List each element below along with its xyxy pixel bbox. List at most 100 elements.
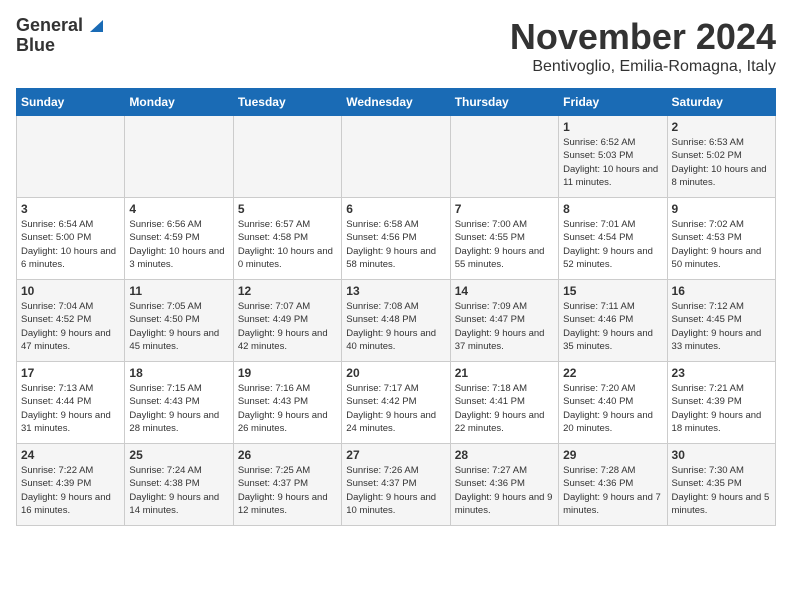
- day-number: 26: [238, 448, 337, 462]
- location-title: Bentivoglio, Emilia-Romagna, Italy: [510, 58, 776, 76]
- calendar-week-row: 10Sunrise: 7:04 AM Sunset: 4:52 PM Dayli…: [17, 280, 776, 362]
- calendar-day-cell: 28 Sunrise: 7:27 AM Sunset: 4:36 PM Dayli…: [450, 444, 558, 526]
- calendar-day-cell: 20 Sunrise: 7:17 AM Sunset: 4:42 PM Dayli…: [342, 362, 450, 444]
- day-info: Sunrise: 6:54 AM Sunset: 5:00 PM Dayligh…: [21, 218, 120, 271]
- day-number: 4: [129, 202, 228, 216]
- day-info: Sunrise: 7:24 AM Sunset: 4:38 PM Dayligh…: [129, 464, 228, 517]
- calendar-week-row: 1 Sunrise: 6:52 AM Sunset: 5:03 PM Daylig…: [17, 116, 776, 198]
- calendar-day-cell: [342, 116, 450, 198]
- day-of-week-header: Friday: [559, 89, 667, 116]
- day-info: Sunrise: 7:18 AM Sunset: 4:41 PM Dayligh…: [455, 382, 554, 435]
- day-of-week-header: Saturday: [667, 89, 775, 116]
- day-info: Sunrise: 7:09 AM Sunset: 4:47 PM Dayligh…: [455, 300, 554, 353]
- calendar-day-cell: 1 Sunrise: 6:52 AM Sunset: 5:03 PM Daylig…: [559, 116, 667, 198]
- day-info: Sunrise: 6:58 AM Sunset: 4:56 PM Dayligh…: [346, 218, 445, 271]
- day-info: Sunrise: 7:08 AM Sunset: 4:48 PM Dayligh…: [346, 300, 445, 353]
- day-info: Sunrise: 7:13 AM Sunset: 4:44 PM Dayligh…: [21, 382, 120, 435]
- day-number: 12: [238, 284, 337, 298]
- calendar-header-row: SundayMondayTuesdayWednesdayThursdayFrid…: [17, 89, 776, 116]
- day-info: Sunrise: 7:15 AM Sunset: 4:43 PM Dayligh…: [129, 382, 228, 435]
- day-number: 20: [346, 366, 445, 380]
- day-number: 29: [563, 448, 662, 462]
- day-of-week-header: Sunday: [17, 89, 125, 116]
- day-info: Sunrise: 7:16 AM Sunset: 4:43 PM Dayligh…: [238, 382, 337, 435]
- day-info: Sunrise: 6:52 AM Sunset: 5:03 PM Dayligh…: [563, 136, 662, 189]
- day-number: 19: [238, 366, 337, 380]
- calendar-day-cell: 5 Sunrise: 6:57 AM Sunset: 4:58 PM Daylig…: [233, 198, 341, 280]
- day-number: 1: [563, 120, 662, 134]
- day-number: 14: [455, 284, 554, 298]
- page-header: General Blue November 2024 Bentivoglio, …: [16, 16, 776, 76]
- day-info: Sunrise: 7:12 AM Sunset: 4:45 PM Dayligh…: [672, 300, 771, 353]
- calendar-day-cell: 3 Sunrise: 6:54 AM Sunset: 5:00 PM Daylig…: [17, 198, 125, 280]
- calendar-day-cell: 27 Sunrise: 7:26 AM Sunset: 4:37 PM Dayli…: [342, 444, 450, 526]
- logo-general: General: [16, 16, 83, 36]
- day-number: 24: [21, 448, 120, 462]
- day-info: Sunrise: 7:25 AM Sunset: 4:37 PM Dayligh…: [238, 464, 337, 517]
- calendar-day-cell: 19 Sunrise: 7:16 AM Sunset: 4:43 PM Dayli…: [233, 362, 341, 444]
- day-info: Sunrise: 7:07 AM Sunset: 4:49 PM Dayligh…: [238, 300, 337, 353]
- calendar-day-cell: 13Sunrise: 7:08 AM Sunset: 4:48 PM Dayli…: [342, 280, 450, 362]
- day-number: 23: [672, 366, 771, 380]
- day-info: Sunrise: 7:05 AM Sunset: 4:50 PM Dayligh…: [129, 300, 228, 353]
- day-info: Sunrise: 7:30 AM Sunset: 4:35 PM Dayligh…: [672, 464, 771, 517]
- logo: General Blue: [16, 16, 103, 56]
- day-number: 18: [129, 366, 228, 380]
- calendar-day-cell: 4 Sunrise: 6:56 AM Sunset: 4:59 PM Daylig…: [125, 198, 233, 280]
- calendar-day-cell: 10Sunrise: 7:04 AM Sunset: 4:52 PM Dayli…: [17, 280, 125, 362]
- title-section: November 2024 Bentivoglio, Emilia-Romagn…: [510, 16, 776, 76]
- day-number: 25: [129, 448, 228, 462]
- day-info: Sunrise: 7:20 AM Sunset: 4:40 PM Dayligh…: [563, 382, 662, 435]
- day-info: Sunrise: 7:22 AM Sunset: 4:39 PM Dayligh…: [21, 464, 120, 517]
- day-info: Sunrise: 6:53 AM Sunset: 5:02 PM Dayligh…: [672, 136, 771, 189]
- day-info: Sunrise: 7:26 AM Sunset: 4:37 PM Dayligh…: [346, 464, 445, 517]
- day-info: Sunrise: 6:56 AM Sunset: 4:59 PM Dayligh…: [129, 218, 228, 271]
- day-number: 17: [21, 366, 120, 380]
- day-info: Sunrise: 6:57 AM Sunset: 4:58 PM Dayligh…: [238, 218, 337, 271]
- day-number: 5: [238, 202, 337, 216]
- day-number: 28: [455, 448, 554, 462]
- day-number: 9: [672, 202, 771, 216]
- day-of-week-header: Thursday: [450, 89, 558, 116]
- day-info: Sunrise: 7:17 AM Sunset: 4:42 PM Dayligh…: [346, 382, 445, 435]
- day-number: 15: [563, 284, 662, 298]
- logo-blue: Blue: [16, 36, 55, 56]
- month-title: November 2024: [510, 16, 776, 58]
- calendar-day-cell: 12 Sunrise: 7:07 AM Sunset: 4:49 PM Dayli…: [233, 280, 341, 362]
- calendar-day-cell: 18 Sunrise: 7:15 AM Sunset: 4:43 PM Dayli…: [125, 362, 233, 444]
- day-number: 7: [455, 202, 554, 216]
- day-of-week-header: Tuesday: [233, 89, 341, 116]
- day-number: 8: [563, 202, 662, 216]
- calendar-day-cell: [17, 116, 125, 198]
- calendar-day-cell: [233, 116, 341, 198]
- day-info: Sunrise: 7:27 AM Sunset: 4:36 PM Dayligh…: [455, 464, 554, 517]
- calendar-week-row: 17 Sunrise: 7:13 AM Sunset: 4:44 PM Dayli…: [17, 362, 776, 444]
- calendar-week-row: 24 Sunrise: 7:22 AM Sunset: 4:39 PM Dayli…: [17, 444, 776, 526]
- day-info: Sunrise: 7:00 AM Sunset: 4:55 PM Dayligh…: [455, 218, 554, 271]
- day-info: Sunrise: 7:21 AM Sunset: 4:39 PM Dayligh…: [672, 382, 771, 435]
- day-number: 6: [346, 202, 445, 216]
- calendar-day-cell: 16 Sunrise: 7:12 AM Sunset: 4:45 PM Dayli…: [667, 280, 775, 362]
- day-info: Sunrise: 7:11 AM Sunset: 4:46 PM Dayligh…: [563, 300, 662, 353]
- calendar-day-cell: 14 Sunrise: 7:09 AM Sunset: 4:47 PM Dayli…: [450, 280, 558, 362]
- calendar-day-cell: 23 Sunrise: 7:21 AM Sunset: 4:39 PM Dayli…: [667, 362, 775, 444]
- calendar-day-cell: 11Sunrise: 7:05 AM Sunset: 4:50 PM Dayli…: [125, 280, 233, 362]
- calendar-day-cell: 9Sunrise: 7:02 AM Sunset: 4:53 PM Daylig…: [667, 198, 775, 280]
- calendar-day-cell: 2Sunrise: 6:53 AM Sunset: 5:02 PM Daylig…: [667, 116, 775, 198]
- day-number: 27: [346, 448, 445, 462]
- calendar-day-cell: [450, 116, 558, 198]
- calendar-day-cell: 15 Sunrise: 7:11 AM Sunset: 4:46 PM Dayli…: [559, 280, 667, 362]
- day-number: 16: [672, 284, 771, 298]
- calendar-day-cell: 26 Sunrise: 7:25 AM Sunset: 4:37 PM Dayli…: [233, 444, 341, 526]
- calendar-week-row: 3 Sunrise: 6:54 AM Sunset: 5:00 PM Daylig…: [17, 198, 776, 280]
- calendar-day-cell: 8Sunrise: 7:01 AM Sunset: 4:54 PM Daylig…: [559, 198, 667, 280]
- day-info: Sunrise: 7:04 AM Sunset: 4:52 PM Dayligh…: [21, 300, 120, 353]
- calendar-day-cell: 24 Sunrise: 7:22 AM Sunset: 4:39 PM Dayli…: [17, 444, 125, 526]
- calendar-day-cell: 29 Sunrise: 7:28 AM Sunset: 4:36 PM Dayli…: [559, 444, 667, 526]
- day-number: 30: [672, 448, 771, 462]
- day-number: 21: [455, 366, 554, 380]
- day-info: Sunrise: 7:28 AM Sunset: 4:36 PM Dayligh…: [563, 464, 662, 517]
- day-number: 3: [21, 202, 120, 216]
- calendar-day-cell: 7 Sunrise: 7:00 AM Sunset: 4:55 PM Daylig…: [450, 198, 558, 280]
- calendar-day-cell: 22Sunrise: 7:20 AM Sunset: 4:40 PM Dayli…: [559, 362, 667, 444]
